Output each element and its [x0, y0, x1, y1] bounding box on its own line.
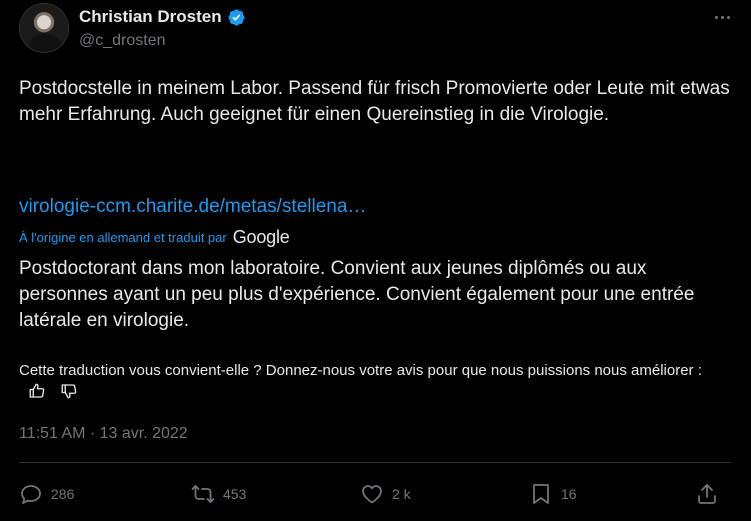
- like-icon: [362, 485, 382, 504]
- thumbs-down-icon[interactable]: [59, 382, 79, 400]
- author-handle[interactable]: @c_drosten: [79, 32, 166, 50]
- feedback-prompt: Cette traduction vous convient-elle ? Do…: [19, 362, 702, 379]
- tweet-link[interactable]: virologie-ccm.charite.de/metas/stellena…: [19, 196, 366, 218]
- reply-icon: [21, 485, 41, 504]
- avatar[interactable]: [19, 3, 69, 53]
- more-icon[interactable]: [709, 7, 735, 27]
- verified-badge-icon: [228, 8, 245, 26]
- bookmark-button[interactable]: 16: [529, 482, 577, 506]
- translation-attribution-label: À l'origine en allemand et traduit par: [19, 230, 227, 245]
- google-logo: Google: [232, 227, 290, 247]
- reply-button[interactable]: 286: [19, 482, 74, 506]
- repost-count: 453: [223, 486, 247, 502]
- thumbs-up-icon[interactable]: [27, 382, 47, 400]
- repost-button[interactable]: 453: [191, 482, 246, 506]
- repost-icon: [191, 485, 215, 503]
- bookmark-count: 16: [561, 486, 577, 502]
- tweet-header: Christian Drosten @c_drosten: [19, 3, 731, 55]
- like-count: 2 k: [392, 486, 411, 502]
- author-name[interactable]: Christian Drosten: [79, 7, 222, 27]
- tweet-timestamp[interactable]: 11:51 AM · 13 avr. 2022: [19, 425, 188, 443]
- translated-text: Postdoctorant dans mon laboratoire. Conv…: [19, 258, 695, 331]
- translation-attribution: À l'origine en allemand et traduit par G…: [19, 227, 290, 248]
- reply-count: 286: [51, 486, 75, 502]
- author-name-row: Christian Drosten: [79, 7, 246, 27]
- tweet: Christian Drosten @c_drosten Postdocstel…: [0, 0, 751, 521]
- bookmark-icon: [533, 484, 549, 504]
- action-bar: 286 453 2 k 16: [19, 482, 731, 512]
- share-icon: [698, 484, 716, 504]
- translation-feedback: Cette traduction vous convient-elle ? Do…: [19, 360, 731, 404]
- divider: [19, 462, 731, 463]
- share-button[interactable]: [695, 482, 719, 506]
- like-button[interactable]: 2 k: [360, 482, 411, 506]
- tweet-text: Postdocstelle in meinem Labor. Passend f…: [19, 78, 730, 125]
